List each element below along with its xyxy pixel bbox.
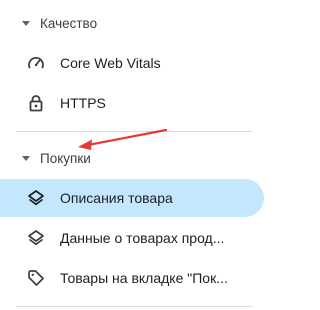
sidebar-item-label: Core Web Vitals	[60, 55, 161, 71]
sidebar-nav: Качество Core Web Vitals HTTPS Покупки О…	[0, 0, 296, 310]
caret-down-icon	[22, 21, 30, 26]
layers-icon	[26, 228, 46, 248]
sidebar-item-label: Данные о товарах прод...	[60, 230, 225, 246]
caret-down-icon	[22, 156, 30, 161]
sidebar-item-merchant-listings[interactable]: Данные о товарах прод...	[0, 219, 264, 257]
section-divider	[16, 131, 252, 132]
sidebar-item-product-snippets[interactable]: Описания товара	[0, 179, 264, 217]
sidebar-item-label: HTTPS	[60, 95, 106, 111]
section-divider	[16, 306, 252, 307]
tag-icon	[26, 268, 46, 288]
lock-icon	[26, 93, 46, 113]
section-label: Качество	[40, 15, 98, 31]
layers-icon	[26, 188, 46, 208]
sidebar-item-shopping-tab-listings[interactable]: Товары на вкладке "Пок...	[0, 259, 264, 297]
sidebar-item-core-web-vitals[interactable]: Core Web Vitals	[0, 44, 264, 82]
section-label: Покупки	[40, 150, 91, 166]
sidebar-item-https[interactable]: HTTPS	[0, 84, 264, 122]
sidebar-item-label: Описания товара	[60, 190, 173, 206]
sidebar-item-label: Товары на вкладке "Пок...	[60, 270, 228, 286]
speedometer-icon	[26, 53, 46, 73]
